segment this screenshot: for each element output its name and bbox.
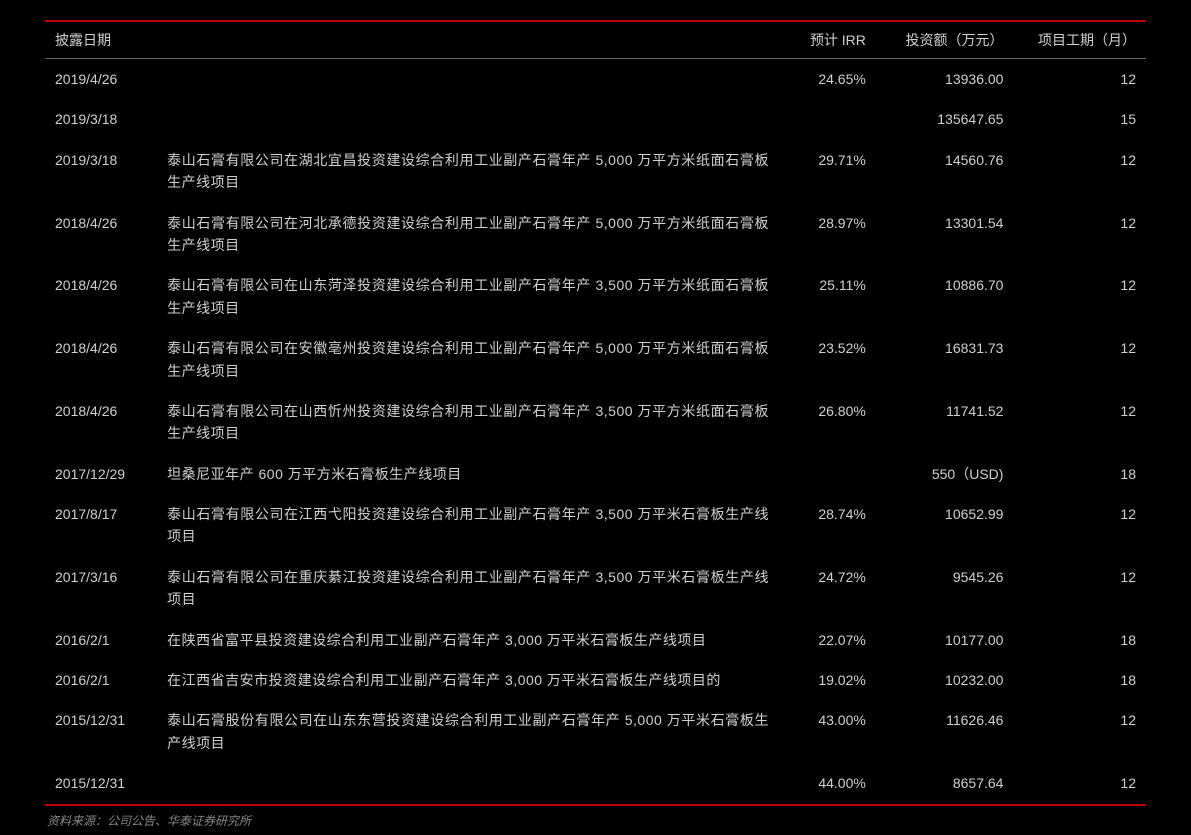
cell-desc: 泰山石膏有限公司在山西忻州投资建设综合利用工业副产石膏年产 3,500 万平方米… (157, 391, 779, 454)
table-row: 2017/8/17泰山石膏有限公司在江西弋阳投资建设综合利用工业副产石膏年产 3… (45, 494, 1146, 557)
cell-irr: 43.00% (779, 700, 876, 763)
cell-duration: 18 (1013, 660, 1146, 700)
table-row: 2019/3/18泰山石膏有限公司在湖北宜昌投资建设综合利用工业副产石膏年产 5… (45, 140, 1146, 203)
cell-desc: 泰山石膏有限公司在安徽亳州投资建设综合利用工业副产石膏年产 5,000 万平方米… (157, 328, 779, 391)
cell-date: 2016/2/1 (45, 620, 157, 660)
cell-irr: 25.11% (779, 265, 876, 328)
projects-table-container: 披露日期 预计 IRR 投资额（万元） 项目工期（月） 2019/4/26 24.… (45, 20, 1146, 806)
header-investment: 投资额（万元） (876, 22, 1014, 59)
cell-desc: 泰山石膏有限公司在江西弋阳投资建设综合利用工业副产石膏年产 3,500 万平米石… (157, 494, 779, 557)
cell-irr: 26.80% (779, 391, 876, 454)
cell-date: 2017/12/29 (45, 454, 157, 494)
cell-desc: 泰山石膏有限公司在山东菏泽投资建设综合利用工业副产石膏年产 3,500 万平方米… (157, 265, 779, 328)
cell-date: 2016/2/1 (45, 660, 157, 700)
table-body: 2019/4/2624.65%13936.00122019/3/18135647… (45, 59, 1146, 804)
cell-investment: 10652.99 (876, 494, 1014, 557)
cell-investment: 13301.54 (876, 203, 1014, 266)
cell-date: 2017/3/16 (45, 557, 157, 620)
cell-investment: 13936.00 (876, 59, 1014, 100)
cell-duration: 12 (1013, 700, 1146, 763)
cell-duration: 12 (1013, 265, 1146, 328)
cell-date: 2019/3/18 (45, 140, 157, 203)
table-row: 2018/4/26泰山石膏有限公司在山东菏泽投资建设综合利用工业副产石膏年产 3… (45, 265, 1146, 328)
table-row: 2017/12/29坦桑尼亚年产 600 万平方米石膏板生产线项目 550（USD… (45, 454, 1146, 494)
cell-irr (779, 99, 876, 139)
cell-investment: 14560.76 (876, 140, 1014, 203)
cell-investment: 11741.52 (876, 391, 1014, 454)
cell-investment: 9545.26 (876, 557, 1014, 620)
cell-desc: 泰山石膏有限公司在河北承德投资建设综合利用工业副产石膏年产 5,000 万平方米… (157, 203, 779, 266)
cell-investment: 11626.46 (876, 700, 1014, 763)
cell-irr: 29.71% (779, 140, 876, 203)
cell-investment: 16831.73 (876, 328, 1014, 391)
cell-desc: 泰山石膏股份有限公司在山东东营投资建设综合利用工业副产石膏年产 5,000 万平… (157, 700, 779, 763)
cell-irr (779, 454, 876, 494)
cell-desc (157, 99, 779, 139)
cell-duration: 12 (1013, 203, 1146, 266)
table-header-row: 披露日期 预计 IRR 投资额（万元） 项目工期（月） (45, 22, 1146, 59)
cell-irr: 24.65% (779, 59, 876, 100)
cell-desc: 泰山石膏有限公司在重庆綦江投资建设综合利用工业副产石膏年产 3,500 万平米石… (157, 557, 779, 620)
cell-irr: 28.74% (779, 494, 876, 557)
cell-investment: 550（USD) (876, 454, 1014, 494)
table-row: 2017/3/16泰山石膏有限公司在重庆綦江投资建设综合利用工业副产石膏年产 3… (45, 557, 1146, 620)
cell-date: 2018/4/26 (45, 328, 157, 391)
cell-duration: 12 (1013, 557, 1146, 620)
table-row: 2018/4/26泰山石膏有限公司在安徽亳州投资建设综合利用工业副产石膏年产 5… (45, 328, 1146, 391)
cell-investment: 135647.65 (876, 99, 1014, 139)
cell-date: 2017/8/17 (45, 494, 157, 557)
cell-duration: 12 (1013, 328, 1146, 391)
cell-investment: 10886.70 (876, 265, 1014, 328)
cell-desc (157, 59, 779, 100)
cell-date: 2015/12/31 (45, 763, 157, 803)
source-note: 资料来源：公司公告、华泰证券研究所 (45, 806, 1146, 835)
cell-irr: 22.07% (779, 620, 876, 660)
cell-investment: 10232.00 (876, 660, 1014, 700)
cell-desc (157, 763, 779, 803)
cell-investment: 8657.64 (876, 763, 1014, 803)
table-row: 2015/12/31 44.00%8657.6412 (45, 763, 1146, 803)
cell-duration: 12 (1013, 391, 1146, 454)
cell-duration: 12 (1013, 140, 1146, 203)
cell-date: 2018/4/26 (45, 203, 157, 266)
table-row: 2019/3/18 135647.6515 (45, 99, 1146, 139)
cell-irr: 24.72% (779, 557, 876, 620)
cell-date: 2015/12/31 (45, 700, 157, 763)
cell-duration: 18 (1013, 620, 1146, 660)
cell-desc: 在陕西省富平县投资建设综合利用工业副产石膏年产 3,000 万平米石膏板生产线项… (157, 620, 779, 660)
cell-irr: 19.02% (779, 660, 876, 700)
cell-date: 2019/3/18 (45, 99, 157, 139)
header-irr: 预计 IRR (779, 22, 876, 59)
cell-duration: 12 (1013, 59, 1146, 100)
cell-duration: 18 (1013, 454, 1146, 494)
cell-duration: 15 (1013, 99, 1146, 139)
cell-duration: 12 (1013, 494, 1146, 557)
cell-date: 2018/4/26 (45, 265, 157, 328)
header-duration: 项目工期（月） (1013, 22, 1146, 59)
cell-desc: 坦桑尼亚年产 600 万平方米石膏板生产线项目 (157, 454, 779, 494)
cell-date: 2018/4/26 (45, 391, 157, 454)
cell-investment: 10177.00 (876, 620, 1014, 660)
cell-irr: 23.52% (779, 328, 876, 391)
cell-irr: 28.97% (779, 203, 876, 266)
cell-desc: 泰山石膏有限公司在湖北宜昌投资建设综合利用工业副产石膏年产 5,000 万平方米… (157, 140, 779, 203)
header-date: 披露日期 (45, 22, 157, 59)
projects-table: 披露日期 预计 IRR 投资额（万元） 项目工期（月） 2019/4/26 24.… (45, 22, 1146, 804)
cell-date: 2019/4/26 (45, 59, 157, 100)
cell-desc: 在江西省吉安市投资建设综合利用工业副产石膏年产 3,000 万平米石膏板生产线项… (157, 660, 779, 700)
table-row: 2016/2/1在陕西省富平县投资建设综合利用工业副产石膏年产 3,000 万平… (45, 620, 1146, 660)
table-row: 2018/4/26泰山石膏有限公司在河北承德投资建设综合利用工业副产石膏年产 5… (45, 203, 1146, 266)
table-row: 2018/4/26泰山石膏有限公司在山西忻州投资建设综合利用工业副产石膏年产 3… (45, 391, 1146, 454)
header-desc (157, 22, 779, 59)
table-row: 2015/12/31泰山石膏股份有限公司在山东东营投资建设综合利用工业副产石膏年… (45, 700, 1146, 763)
table-row: 2019/4/26 24.65%13936.0012 (45, 59, 1146, 100)
cell-duration: 12 (1013, 763, 1146, 803)
cell-irr: 44.00% (779, 763, 876, 803)
table-row: 2016/2/1在江西省吉安市投资建设综合利用工业副产石膏年产 3,000 万平… (45, 660, 1146, 700)
